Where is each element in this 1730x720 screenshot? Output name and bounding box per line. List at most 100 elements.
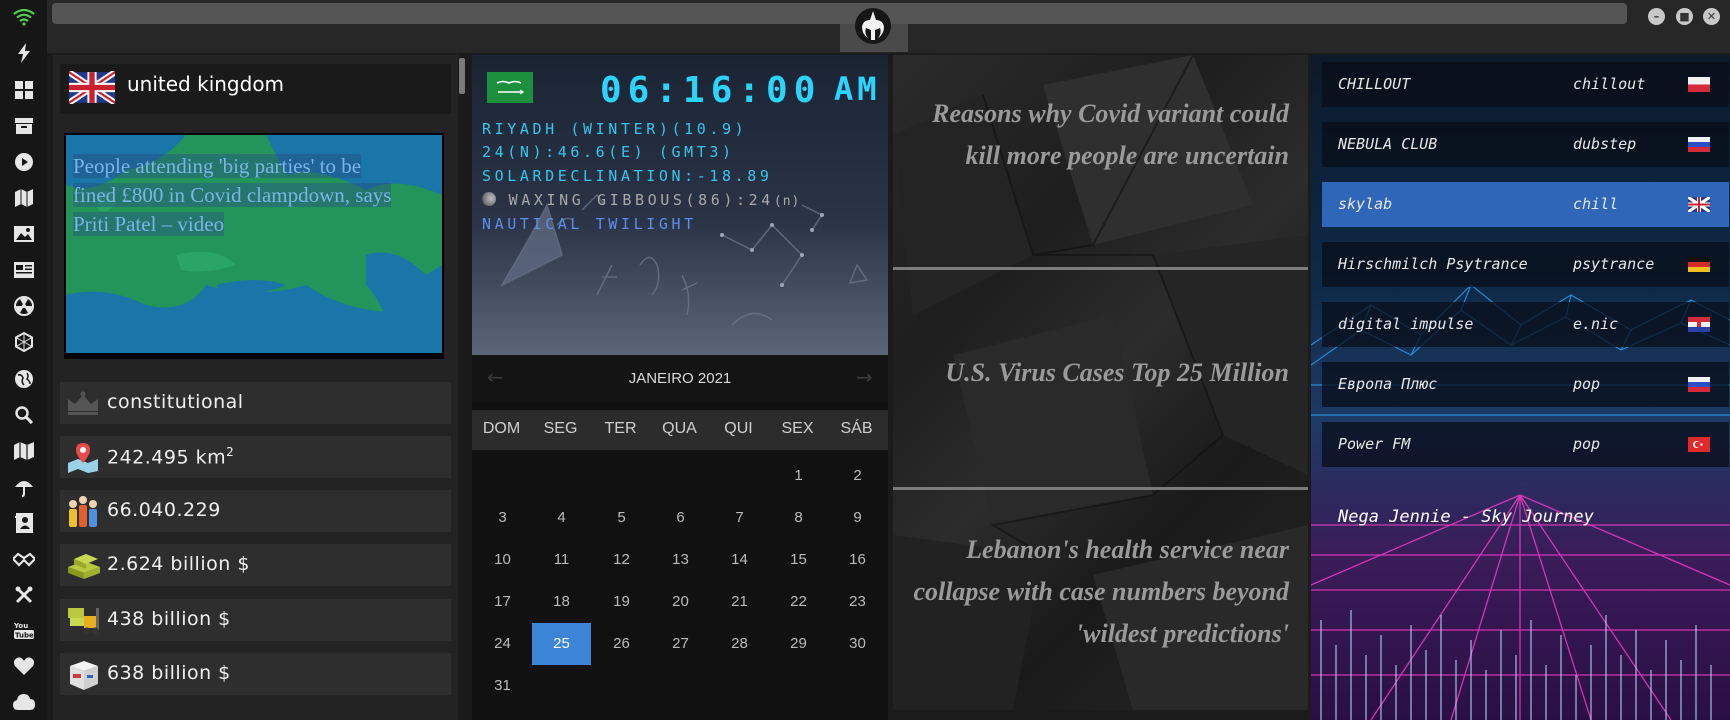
russia-flag-icon (1688, 377, 1710, 392)
calendar-day[interactable]: 4 (532, 497, 591, 539)
windows-icon[interactable] (13, 79, 35, 101)
radio-station-name: Power FM (1338, 435, 1411, 453)
poland-flag-icon (1688, 77, 1710, 92)
calendar-day[interactable]: 15 (769, 539, 828, 581)
youtube-icon[interactable]: You Tube (13, 619, 35, 641)
weekday-label: TER (604, 420, 637, 437)
rebel-alliance-icon[interactable] (854, 7, 892, 45)
map-icon[interactable] (13, 440, 35, 462)
stat-government: constitutional (60, 382, 451, 424)
tools-icon[interactable] (13, 584, 35, 606)
calendar-day[interactable]: 20 (651, 581, 710, 623)
hexagon-icon[interactable] (13, 331, 35, 353)
weekday-label: QUA (662, 420, 697, 437)
moon-icon (482, 192, 496, 206)
globe-icon[interactable] (13, 368, 35, 390)
clock-time: 06:16:00 (600, 70, 822, 111)
calendar-day[interactable]: 17 (473, 581, 532, 623)
population-icon (66, 495, 100, 527)
calendar-day[interactable]: 14 (710, 539, 769, 581)
clock-coords: 24(N):46.6(E) (GMT3) (482, 143, 735, 161)
lightning-icon[interactable] (13, 42, 35, 64)
gdp-value: 2.624 billion $ (107, 553, 250, 575)
stat-imports: 638 billion $ (60, 653, 451, 695)
calendar-day[interactable]: 16 (828, 539, 887, 581)
heart-icon[interactable] (13, 655, 35, 677)
crown-icon (66, 387, 100, 419)
calendar-day[interactable]: 2 (828, 455, 887, 497)
country-name: united kingdom (127, 72, 285, 96)
calendar-day[interactable]: 10 (473, 539, 532, 581)
calendar-day[interactable]: 3 (473, 497, 532, 539)
calendar-day[interactable]: 9 (828, 497, 887, 539)
calendar-day[interactable]: 11 (532, 539, 591, 581)
news-map-headline[interactable]: People attending 'big parties' to be fin… (73, 152, 401, 239)
germany-flag-icon (1688, 257, 1710, 272)
calendar-day[interactable]: 19 (592, 581, 651, 623)
calendar-day[interactable]: 30 (828, 623, 887, 665)
search-icon[interactable] (13, 404, 35, 426)
svg-text:Tube: Tube (15, 632, 34, 640)
calendar-day[interactable]: 27 (651, 623, 710, 665)
russia-flag-icon (1688, 137, 1710, 152)
clock-twilight: NAUTICAL TWILIGHT (482, 215, 697, 233)
close-button[interactable]: ✕ (1703, 8, 1720, 25)
stat-population: 66.040.229 (60, 490, 451, 532)
handshake-icon[interactable] (13, 548, 35, 570)
weekday-label: SEG (543, 420, 578, 437)
government-value: constitutional (107, 391, 244, 413)
calendar-day[interactable]: 24 (473, 623, 532, 665)
calendar-day[interactable]: 8 (769, 497, 828, 539)
area-value: 242.495 km2 (107, 445, 235, 469)
calendar-day[interactable]: 22 (769, 581, 828, 623)
radio-station-name: Hirschmilch Psytrance (1338, 255, 1528, 273)
cloud-icon[interactable] (13, 691, 35, 713)
svg-text:You: You (14, 622, 28, 630)
calendar-day[interactable]: 29 (769, 623, 828, 665)
umbrella-icon[interactable] (13, 476, 35, 498)
country-scrollbar-thumb[interactable] (459, 58, 465, 94)
title-bar-field[interactable] (52, 3, 1627, 24)
contacts-icon[interactable] (13, 512, 35, 534)
calendar-day[interactable]: 12 (592, 539, 651, 581)
country-scrollbar[interactable] (458, 55, 466, 720)
population-value: 66.040.229 (107, 499, 221, 521)
radio-station-name: NEBULA CLUB (1338, 135, 1438, 153)
radio-station-genre: dubstep (1573, 135, 1637, 153)
weekday-label: DOM (482, 420, 521, 437)
calendar-day[interactable]: 7 (710, 497, 769, 539)
news-item[interactable]: U.S. Virus Cases Top 25 Million (905, 352, 1289, 394)
calendar-day[interactable]: 18 (532, 581, 591, 623)
atlas-icon[interactable] (13, 187, 35, 209)
calendar-day[interactable]: 21 (710, 581, 769, 623)
sidebar: You Tube (0, 0, 47, 720)
archive-icon[interactable] (13, 115, 35, 137)
calendar-day[interactable]: 31 (473, 665, 532, 707)
calendar-day-selected[interactable]: 25 (532, 623, 591, 665)
maximize-button[interactable]: ■ (1676, 8, 1693, 25)
wifi-icon[interactable] (13, 6, 35, 28)
minimize-button[interactable]: – (1648, 8, 1665, 25)
radio-station-genre: psytrance (1573, 255, 1655, 273)
uk-flag-icon (1687, 195, 1711, 214)
play-icon[interactable] (13, 151, 35, 173)
news-icon[interactable] (13, 259, 35, 281)
radio-station-name: Европа Плюс (1338, 375, 1438, 393)
news-item[interactable]: Reasons why Covid variant could kill mor… (905, 93, 1289, 177)
calendar-day[interactable]: 5 (592, 497, 651, 539)
turkey-flag-icon (1688, 437, 1710, 452)
radio-station-genre: chill (1573, 195, 1619, 213)
image-icon[interactable] (13, 223, 35, 245)
calendar-day[interactable]: 28 (710, 623, 769, 665)
calendar-day[interactable]: 23 (828, 581, 887, 623)
radio-station-genre: chillout (1573, 75, 1646, 93)
calendar-day[interactable]: 6 (651, 497, 710, 539)
calendar-day[interactable]: 1 (769, 455, 828, 497)
radio-station-genre: pop (1573, 435, 1601, 453)
weekday-label: SÁB (840, 420, 873, 437)
calendar-day[interactable]: 13 (651, 539, 710, 581)
radiation-icon[interactable] (13, 295, 35, 317)
calendar-next-arrow-icon[interactable]: → (856, 365, 873, 389)
calendar-day[interactable]: 26 (592, 623, 651, 665)
news-item[interactable]: Lebanon's health service near collapse w… (905, 529, 1289, 655)
